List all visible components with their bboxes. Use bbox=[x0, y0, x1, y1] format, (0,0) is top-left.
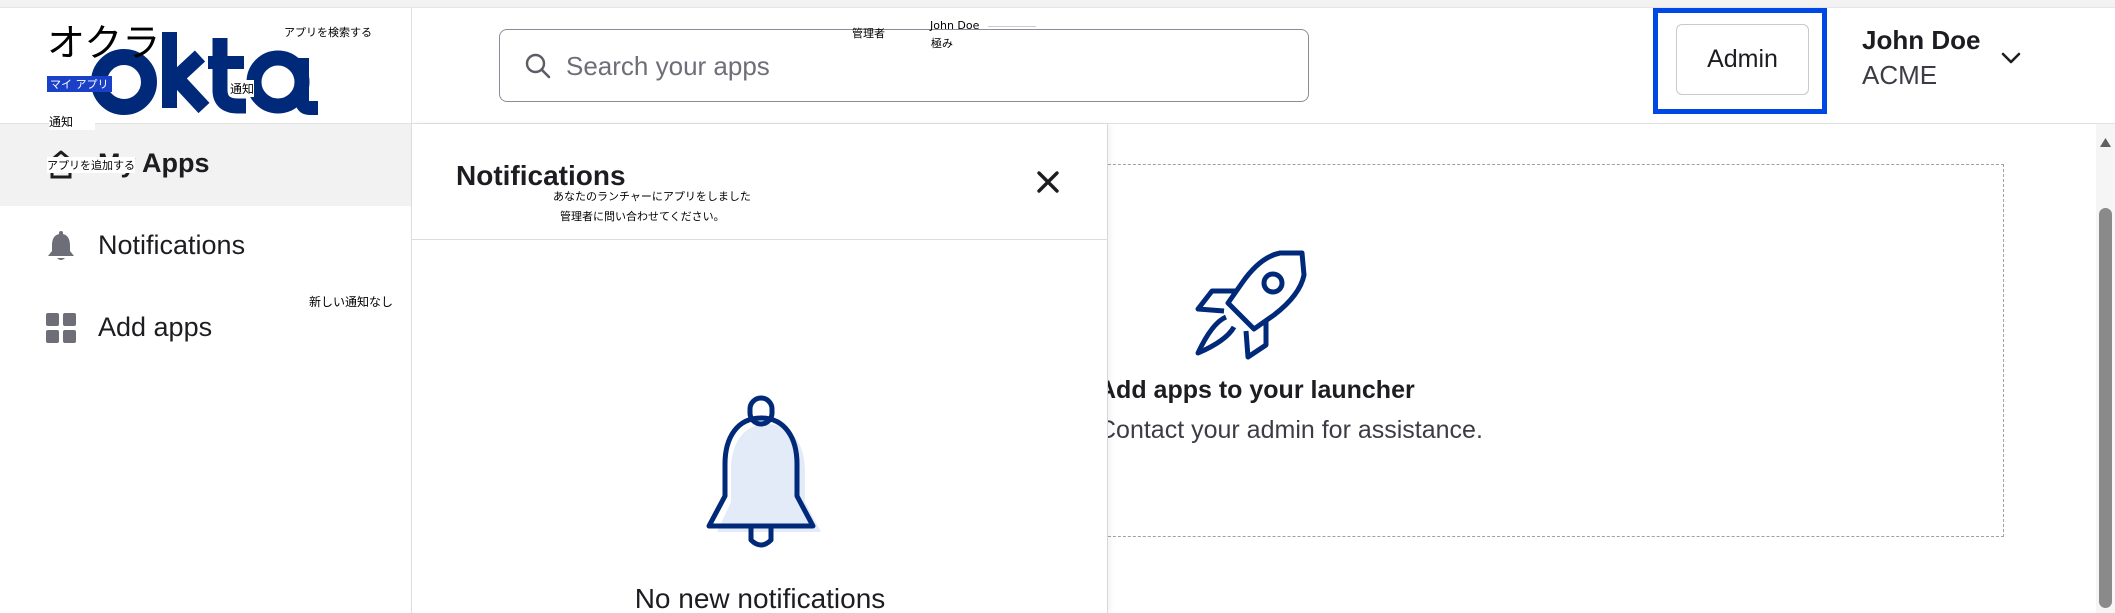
overlay-divider-line bbox=[988, 26, 1036, 27]
notifications-empty-text: No new notifications bbox=[634, 583, 886, 613]
overlay-label-okra: オクラ bbox=[47, 21, 161, 65]
overlay-label-contact-admin: 管理者に問い合わせてください。 bbox=[560, 210, 725, 223]
window-top-strip bbox=[0, 0, 2115, 8]
overlay-label-admin: 管理者 bbox=[852, 27, 885, 40]
grid-icon bbox=[46, 313, 76, 343]
rocket-icon bbox=[1195, 250, 1307, 360]
empty-state-subtitle: Contact your admin for assistance. bbox=[1098, 416, 1483, 444]
user-menu[interactable]: John Doe ACME bbox=[1862, 25, 1980, 91]
overlay-label-search-apps: アプリを検索する bbox=[284, 26, 372, 39]
sidebar: My Apps Notifications Add apps bbox=[0, 124, 412, 613]
overlay-label-no-new-notifications: 新しい通知なし bbox=[309, 293, 404, 310]
notifications-panel-header: Notifications bbox=[412, 124, 1108, 240]
overlay-label-add-apps: アプリを追加する bbox=[47, 157, 135, 173]
sidebar-item-label: Notifications bbox=[98, 230, 246, 260]
empty-state-title: Add apps to your launcher bbox=[1098, 376, 1415, 404]
admin-button[interactable]: Admin bbox=[1676, 24, 1809, 95]
scroll-up-arrow-icon[interactable] bbox=[2098, 134, 2113, 152]
user-name: John Doe bbox=[1862, 25, 1981, 55]
bell-icon bbox=[48, 231, 74, 260]
close-icon[interactable] bbox=[1034, 168, 1062, 196]
sidebar-item-label: Add apps bbox=[98, 312, 213, 342]
sidebar-item-notifications[interactable]: Notifications bbox=[0, 206, 411, 288]
overlay-label-notifications-2: 通知 bbox=[49, 113, 96, 130]
search-input[interactable] bbox=[566, 42, 1286, 90]
overlay-label-kiwami: 極み bbox=[931, 37, 953, 50]
notifications-panel: Notifications No new notifications bbox=[412, 124, 1108, 613]
scrollbar-thumb[interactable] bbox=[2099, 208, 2112, 608]
user-org: ACME bbox=[1862, 60, 1938, 90]
overlay-label-notifications-1: 通知 bbox=[230, 80, 255, 97]
bell-illustration-icon bbox=[706, 395, 821, 548]
overlay-label-my-apps: マイ アプリ bbox=[47, 76, 112, 92]
overlay-label-john-doe: John Doe bbox=[930, 19, 980, 32]
overlay-label-launcher: あなたのランチャーにアプリをしました bbox=[553, 190, 751, 203]
chevron-down-icon[interactable] bbox=[1998, 45, 2024, 71]
search-icon bbox=[525, 53, 551, 79]
search-box[interactable] bbox=[499, 29, 1309, 102]
